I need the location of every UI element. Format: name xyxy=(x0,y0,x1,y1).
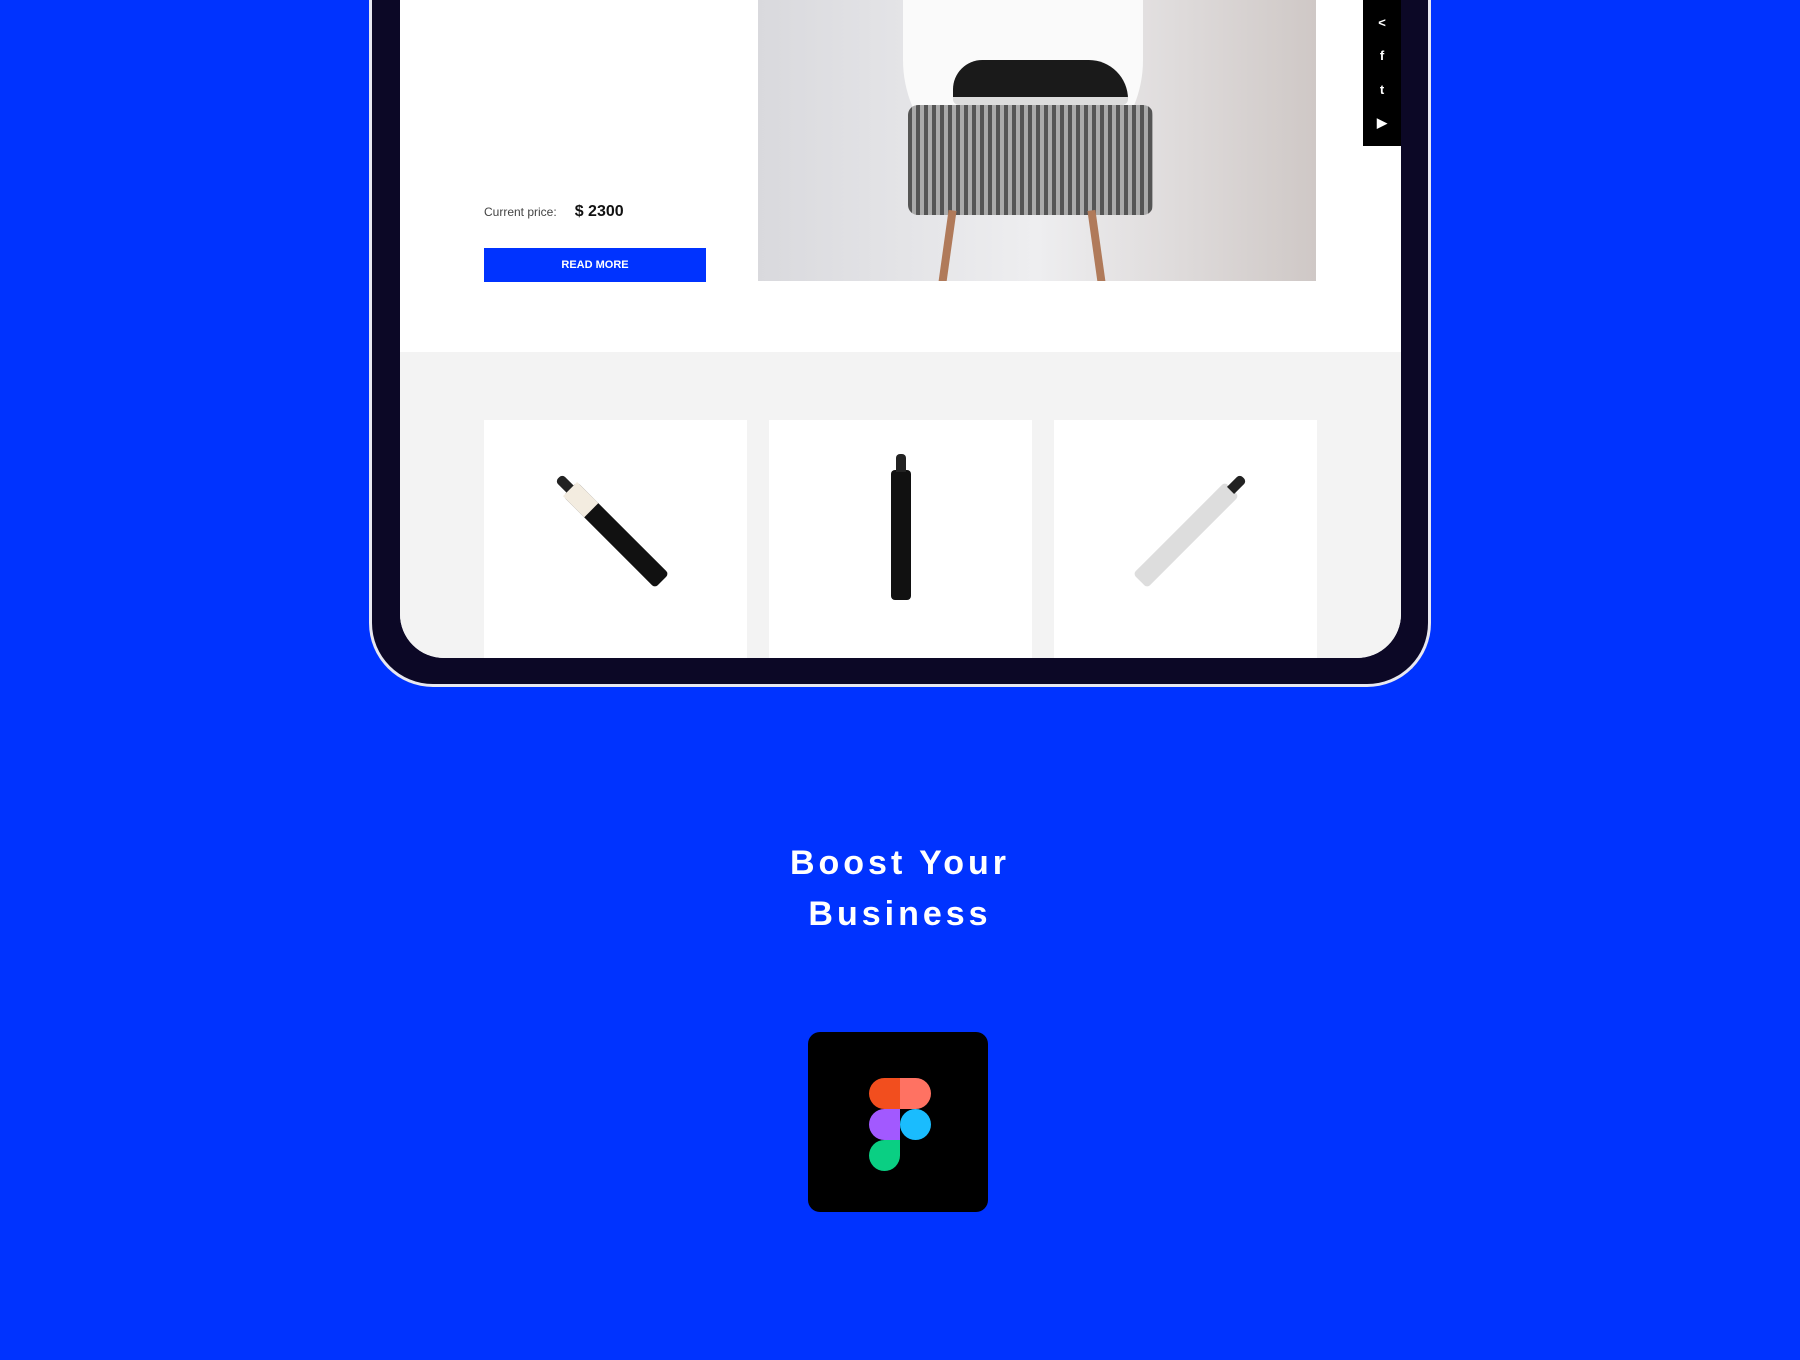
facebook-icon[interactable]: f xyxy=(1380,48,1384,63)
price-row: Current price: $ 2300 xyxy=(484,203,624,221)
headline: Boost Your Business xyxy=(0,838,1800,940)
social-bar: < f t ▶ xyxy=(1363,0,1401,146)
read-more-button[interactable]: READ MORE xyxy=(484,248,706,282)
figma-logo-icon xyxy=(808,1032,988,1212)
headline-line-1: Boost Your xyxy=(789,844,1011,882)
tablet-screen: Current price: $ 2300 READ MORE < f t ▶ xyxy=(400,0,1401,658)
product-card[interactable] xyxy=(769,420,1032,658)
product-card[interactable] xyxy=(484,420,747,658)
price-value: $ 2300 xyxy=(574,203,624,220)
price-label: Current price: xyxy=(484,205,557,219)
product-card[interactable] xyxy=(1054,420,1317,658)
products-section xyxy=(400,352,1401,658)
share-icon[interactable]: < xyxy=(1378,15,1386,30)
hero-product-image xyxy=(758,0,1316,281)
headline-line-2: Business xyxy=(808,895,992,933)
youtube-icon[interactable]: ▶ xyxy=(1377,115,1387,131)
twitter-icon[interactable]: t xyxy=(1380,82,1384,97)
